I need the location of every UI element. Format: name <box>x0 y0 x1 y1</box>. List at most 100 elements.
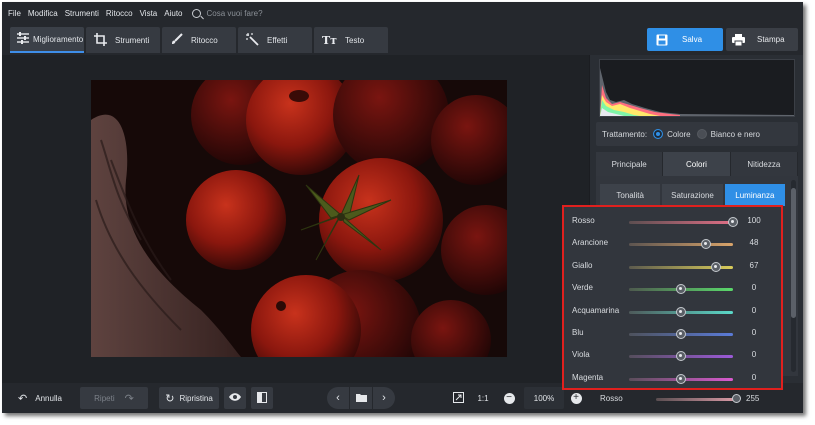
sliders-icon <box>16 32 30 46</box>
plus-icon: + <box>570 392 582 404</box>
reset-button[interactable]: ↻ Ripristina <box>159 387 219 409</box>
slider-knob[interactable] <box>676 284 686 295</box>
below-slider-knob[interactable] <box>732 394 741 403</box>
search-input[interactable]: Cosa vuoi fare? <box>206 9 262 18</box>
slider-row-1: Arancione 48 <box>564 233 781 255</box>
slider-knob[interactable] <box>700 239 711 250</box>
slider-row-0: Rosso 100 <box>564 211 781 233</box>
slider-value: 100 <box>747 216 761 225</box>
slider-value: 0 <box>751 350 757 360</box>
zoom-out-button[interactable]: − <box>500 387 518 409</box>
slider-knob[interactable] <box>676 306 686 317</box>
slider-value: 0 <box>751 328 757 337</box>
floppy-icon <box>656 34 668 46</box>
slider-track[interactable] <box>629 243 733 247</box>
search-box[interactable]: Cosa vuoi fare? <box>192 8 263 18</box>
open-folder-button[interactable] <box>350 387 372 409</box>
tab-ritocco[interactable]: Ritocco <box>162 27 236 53</box>
slider-row-4: Acquamarina 0 <box>564 301 781 323</box>
treatment-row: Trattamento: Colore Bianco e nero <box>596 122 798 146</box>
menu-vista[interactable]: Vista <box>140 9 158 18</box>
slider-value: 67 <box>749 260 759 270</box>
print-label: Stampa <box>757 35 785 44</box>
fit-screen-button[interactable] <box>448 387 468 409</box>
slider-row-6: Viola 0 <box>564 345 781 367</box>
tab-colori[interactable]: Colori <box>663 152 731 176</box>
crop-icon <box>94 32 107 48</box>
tab-principale[interactable]: Principale <box>596 152 664 176</box>
slider-value: 0 <box>751 372 757 382</box>
photo-tomatoes[interactable] <box>91 80 507 357</box>
panel-scrollbar-thumb[interactable] <box>791 188 796 318</box>
search-icon <box>192 8 202 18</box>
subtab-saturazione[interactable]: Saturazione <box>662 184 723 206</box>
zoom-in-button[interactable]: + <box>567 387 585 409</box>
chevron-right-icon: › <box>382 392 386 404</box>
menu-strumenti[interactable]: Strumenti <box>65 9 99 18</box>
slider-row-7: Magenta 0 <box>564 368 781 390</box>
toolbar: Miglioramento Strumenti Ritocco Effetti … <box>2 24 803 55</box>
sub-tabs: Tonalità Saturazione Luminanza <box>600 184 787 206</box>
tab-label: Miglioramento <box>33 34 84 44</box>
brush-icon <box>171 33 183 47</box>
slider-label: Acquamarina <box>572 305 620 315</box>
below-slider-track[interactable] <box>656 398 736 401</box>
menu-modifica[interactable]: Modifica <box>28 9 58 18</box>
slider-knob[interactable] <box>728 217 738 227</box>
compare-button[interactable] <box>251 387 273 409</box>
slider-label: Verde <box>572 283 593 293</box>
slider-row-5: Blu 0 <box>564 323 781 345</box>
slider-knob[interactable] <box>676 373 686 384</box>
next-image-button[interactable]: › <box>373 387 395 409</box>
subtab-tonalita[interactable]: Tonalità <box>600 184 661 206</box>
reset-icon: ↻ <box>165 392 175 405</box>
folder-icon <box>355 393 367 404</box>
below-slider-row: Rosso 255 <box>596 392 796 406</box>
below-slider-label: Rosso <box>600 394 623 403</box>
text-icon: Tт <box>322 33 338 47</box>
save-button[interactable]: Salva <box>647 28 723 51</box>
slider-row-3: Verde 0 <box>564 278 781 300</box>
undo-button[interactable]: ↶ Annulla <box>10 387 70 409</box>
slider-knob[interactable] <box>676 351 686 362</box>
slider-track[interactable] <box>629 221 733 224</box>
tab-effetti[interactable]: Effetti <box>238 27 312 53</box>
slider-label: Giallo <box>572 260 593 270</box>
slider-value: 0 <box>751 283 757 293</box>
main-tabs: Principale Colori Nitidezza <box>596 152 798 176</box>
histogram <box>599 59 795 117</box>
tab-testo[interactable]: Tт Testo <box>314 27 388 53</box>
redo-icon: ↷ <box>124 392 134 405</box>
reset-label: Ripristina <box>179 393 213 403</box>
slider-value: 0 <box>751 305 757 315</box>
slider-knob[interactable] <box>710 261 721 272</box>
slider-label: Arancione <box>572 238 609 248</box>
radio-bianco-nero[interactable] <box>696 129 707 139</box>
radio-colore-label[interactable]: Colore <box>667 130 691 139</box>
luminance-sliders-highlight: Rosso 100 Arancione 48 Giallo 67 Verde 0 Acquama… <box>562 205 783 390</box>
tab-miglioramento[interactable]: Miglioramento <box>10 27 84 53</box>
menu-file[interactable]: File <box>8 9 21 18</box>
menu-ritocco[interactable]: Ritocco <box>106 9 133 18</box>
slider-knob[interactable] <box>676 329 686 339</box>
print-button[interactable]: Stampa <box>726 28 798 51</box>
slider-row-2: Giallo 67 <box>564 256 781 278</box>
zoom-ratio-button[interactable]: 1:1 <box>472 387 494 409</box>
radio-colore[interactable] <box>653 129 664 139</box>
magic-wand-icon <box>246 32 259 48</box>
tab-label: Strumenti <box>115 35 150 45</box>
compare-icon <box>257 391 267 405</box>
redo-button[interactable]: Ripeti ↷ <box>80 387 148 409</box>
prev-image-button[interactable]: ‹ <box>327 387 349 409</box>
eye-icon <box>229 393 241 403</box>
image-canvas[interactable] <box>2 55 589 383</box>
tab-strumenti[interactable]: Strumenti <box>86 27 160 53</box>
preview-button[interactable] <box>224 387 246 409</box>
subtab-luminanza[interactable]: Luminanza <box>724 184 785 206</box>
tab-nitidezza[interactable]: Nitidezza <box>730 152 798 176</box>
undo-label: Annulla <box>35 393 62 403</box>
zoom-value[interactable]: 100% <box>524 387 564 409</box>
below-slider-value: 255 <box>746 394 760 403</box>
menu-aiuto[interactable]: Aiuto <box>164 9 182 18</box>
radio-bianco-nero-label[interactable]: Bianco e nero <box>711 130 760 139</box>
